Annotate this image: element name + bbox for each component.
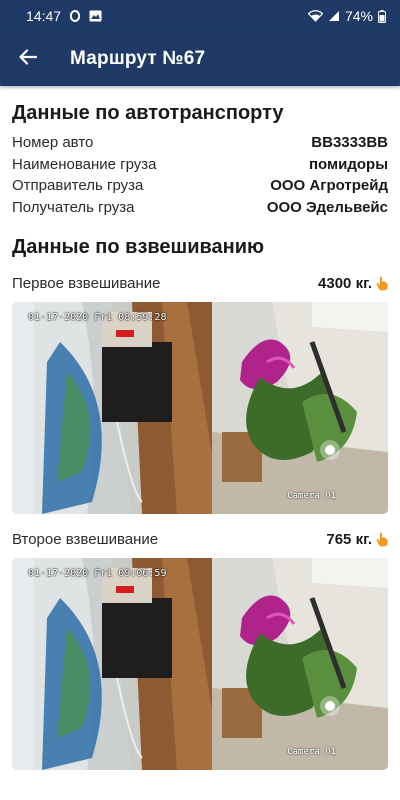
opera-icon <box>69 10 81 22</box>
info-row-sender: Отправитель груза ООО Агротрейд <box>12 175 388 197</box>
arrow-left-icon <box>19 48 38 70</box>
camera-label: Camera 01 <box>287 747 336 757</box>
wifi-icon <box>307 10 323 22</box>
first-weighing-row: Первое взвешивание 4300 кг. <box>12 272 388 294</box>
camera-timestamp: 01-17-2020 Fri 09:06:59 <box>28 568 167 579</box>
info-value: ООО Эдельвейс <box>266 198 388 216</box>
info-value: ВВ3333ВВ <box>311 134 388 152</box>
page-title: Маршрут №67 <box>70 48 206 69</box>
battery-icon <box>378 9 386 23</box>
info-row-receiver: Получатель груза ООО Эдельвейс <box>12 197 388 219</box>
weighing-label: Второе взвешивание <box>12 530 159 548</box>
camera-image <box>12 302 388 514</box>
weighing-value: 4300 кг. <box>318 274 372 292</box>
hand-pointer-icon[interactable] <box>376 532 388 547</box>
status-time: 14:47 <box>26 8 62 24</box>
info-value: помидоры <box>309 155 388 173</box>
gallery-icon <box>89 10 102 22</box>
back-button[interactable] <box>0 32 56 86</box>
battery-percentage: 74% <box>344 8 373 24</box>
second-weighing-row: Второе взвешивание 765 кг. <box>12 528 388 550</box>
weighing-section-title: Данные по взвешиванию <box>12 236 265 258</box>
weighing-value-group: 765 кг. <box>326 531 388 548</box>
camera-snapshot-second[interactable]: 01-17-2020 Fri 09:06:59 Camera 01 <box>12 558 388 770</box>
main-content: Данные по автотранспорту Номер авто ВВ33… <box>12 86 388 770</box>
info-row-vehicle-number: Номер авто ВВ3333ВВ <box>12 132 388 154</box>
info-label: Отправитель груза <box>12 177 144 195</box>
weighing-value: 765 кг. <box>326 530 372 548</box>
info-value: ООО Агротрейд <box>270 177 388 195</box>
camera-snapshot-first[interactable]: 01-17-2020 Fri 08:59:28 Camera 01 <box>12 302 388 514</box>
camera-image <box>12 558 388 770</box>
signal-icon <box>328 10 340 22</box>
info-label: Наименование груза <box>12 155 157 173</box>
info-label: Получатель груза <box>12 198 135 216</box>
camera-label: Camera 01 <box>287 491 336 501</box>
camera-timestamp: 01-17-2020 Fri 08:59:28 <box>28 312 167 323</box>
transport-section-title: Данные по автотранспорту <box>12 102 284 124</box>
app-bar: Маршрут №67 <box>0 32 400 86</box>
info-label: Номер авто <box>12 134 94 152</box>
status-bar: 14:47 74% <box>0 0 400 32</box>
transport-info-list: Номер авто ВВ3333ВВ Наименование груза п… <box>12 132 388 218</box>
hand-pointer-icon[interactable] <box>376 276 388 291</box>
weighing-value-group: 4300 кг. <box>318 275 388 292</box>
info-row-cargo-name: Наименование груза помидоры <box>12 154 388 176</box>
weighing-label: Первое взвешивание <box>12 274 161 292</box>
